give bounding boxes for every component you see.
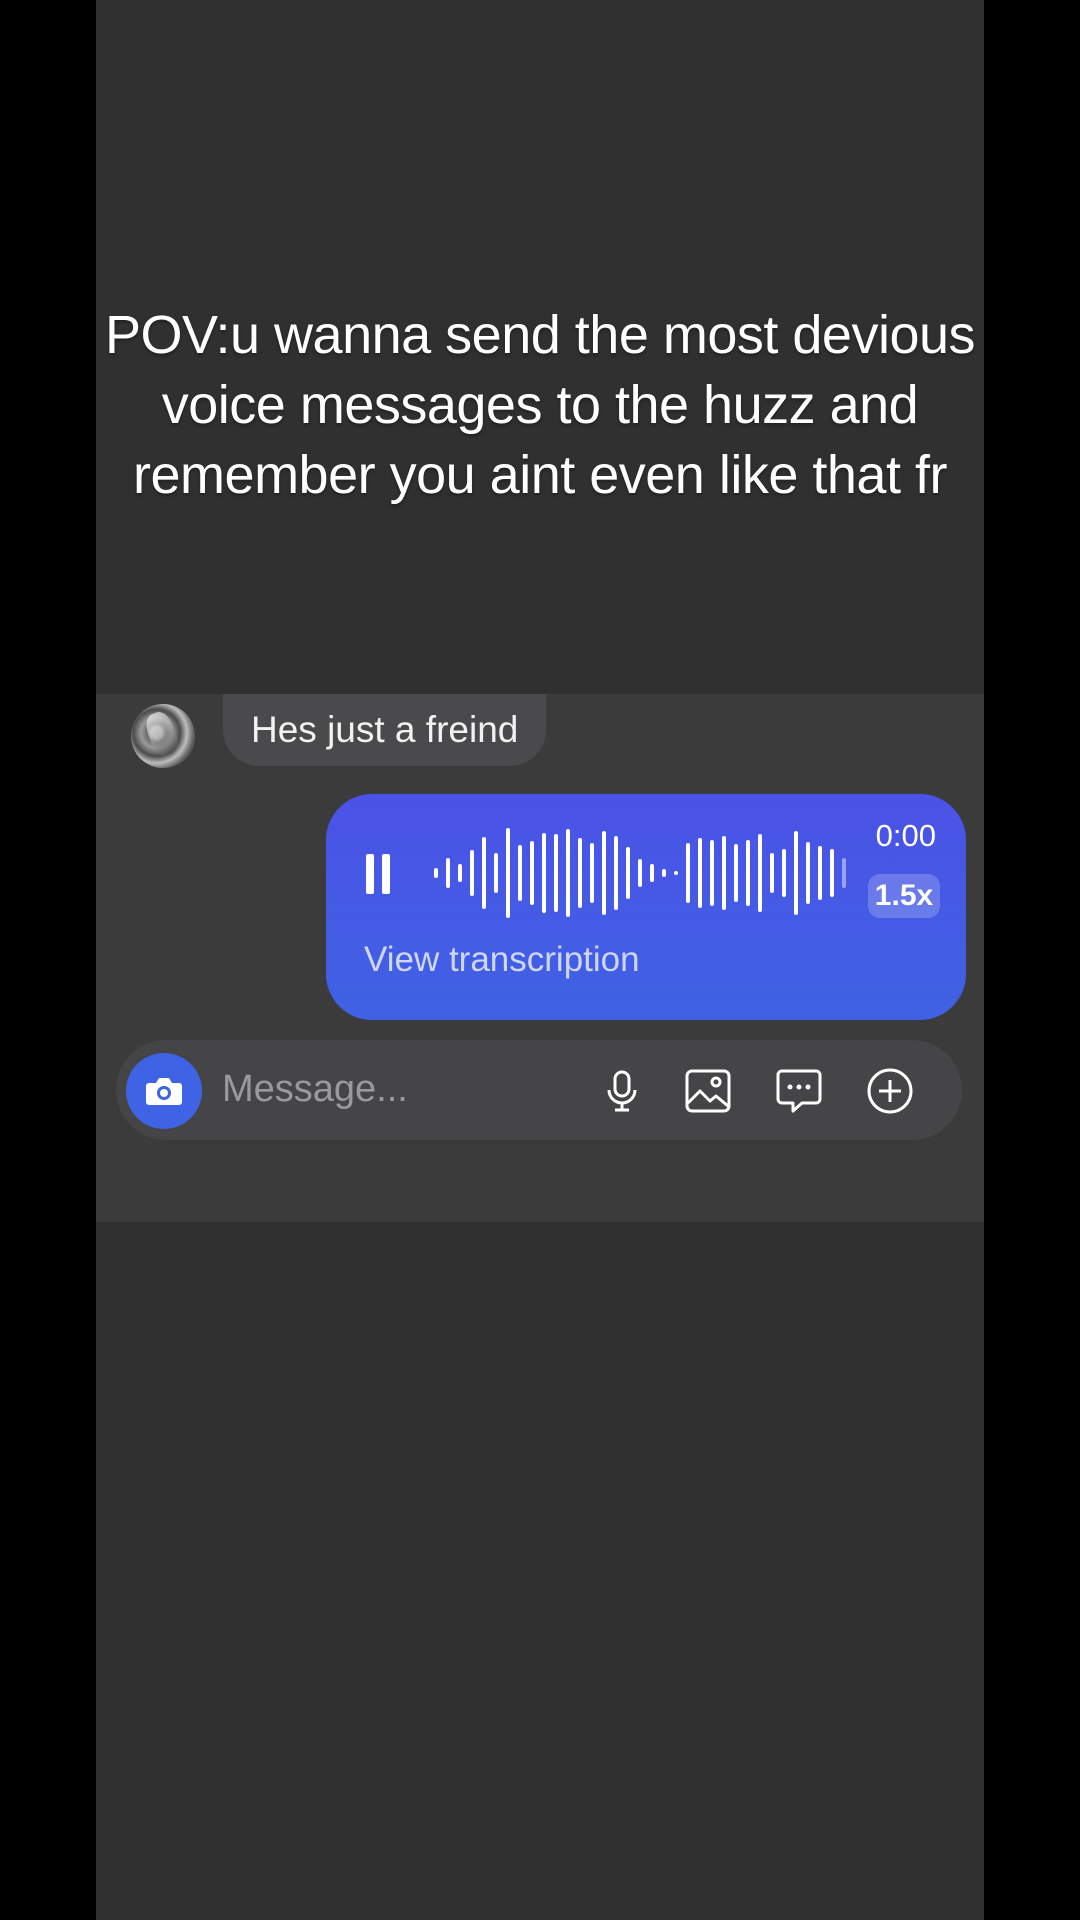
waveform-bar xyxy=(818,846,822,900)
waveform-bar xyxy=(794,831,798,915)
waveform-bar xyxy=(686,843,690,903)
waveform-bar xyxy=(614,836,618,910)
voice-message-bubble[interactable]: 0:00 1.5x View transcription xyxy=(326,794,966,1020)
waveform-bar xyxy=(602,831,606,915)
waveform-bar xyxy=(554,834,558,912)
waveform-bar xyxy=(698,838,702,908)
waveform-bar xyxy=(458,864,462,882)
microphone-icon[interactable] xyxy=(597,1066,647,1116)
waveform-bar xyxy=(806,842,810,904)
waveform-bar xyxy=(710,840,714,906)
waveform-bar xyxy=(674,871,678,875)
waveform-bar xyxy=(830,849,834,897)
waveform-bar xyxy=(782,849,786,897)
waveform[interactable] xyxy=(434,828,854,918)
playback-speed-button[interactable]: 1.5x xyxy=(868,874,940,918)
avatar[interactable] xyxy=(131,704,195,768)
voice-duration: 0:00 xyxy=(875,818,936,853)
waveform-bar xyxy=(578,838,582,908)
waveform-bar xyxy=(566,829,570,917)
waveform-bar xyxy=(482,837,486,909)
waveform-bar xyxy=(518,845,522,901)
camera-button[interactable] xyxy=(126,1053,202,1129)
waveform-bar xyxy=(494,853,498,893)
waveform-bar xyxy=(842,858,846,888)
waveform-bar xyxy=(446,858,450,888)
pause-icon[interactable] xyxy=(366,854,392,894)
incoming-message-bubble[interactable]: Hes just a freind xyxy=(223,694,547,766)
waveform-bar xyxy=(470,850,474,896)
waveform-bar xyxy=(722,836,726,910)
view-transcription-link[interactable]: View transcription xyxy=(364,940,640,980)
waveform-bar xyxy=(746,840,750,906)
message-input[interactable]: Message... xyxy=(222,1068,408,1111)
waveform-bar xyxy=(734,844,738,902)
camera-icon xyxy=(146,1078,182,1105)
waveform-bar xyxy=(542,833,546,913)
waveform-bar xyxy=(770,853,774,893)
overlay-caption: POV:u wanna send the most devious voice … xyxy=(104,305,976,505)
waveform-bar xyxy=(590,843,594,903)
gallery-icon[interactable] xyxy=(683,1066,733,1116)
waveform-bar xyxy=(434,868,438,878)
plus-icon[interactable] xyxy=(865,1066,915,1116)
waveform-bar xyxy=(650,864,654,882)
waveform-bar xyxy=(758,834,762,912)
waveform-bar xyxy=(662,869,666,877)
message-composer: Message... xyxy=(116,1040,962,1140)
waveform-bar xyxy=(638,859,642,887)
incoming-message-text: Hes just a freind xyxy=(251,709,519,750)
waveform-bar xyxy=(626,847,630,899)
sticker-icon[interactable] xyxy=(774,1066,824,1116)
waveform-bar xyxy=(530,841,534,905)
waveform-bar xyxy=(506,828,510,918)
chat-thread: Hes just a freind 0:00 1.5x View transcr… xyxy=(96,694,984,1222)
